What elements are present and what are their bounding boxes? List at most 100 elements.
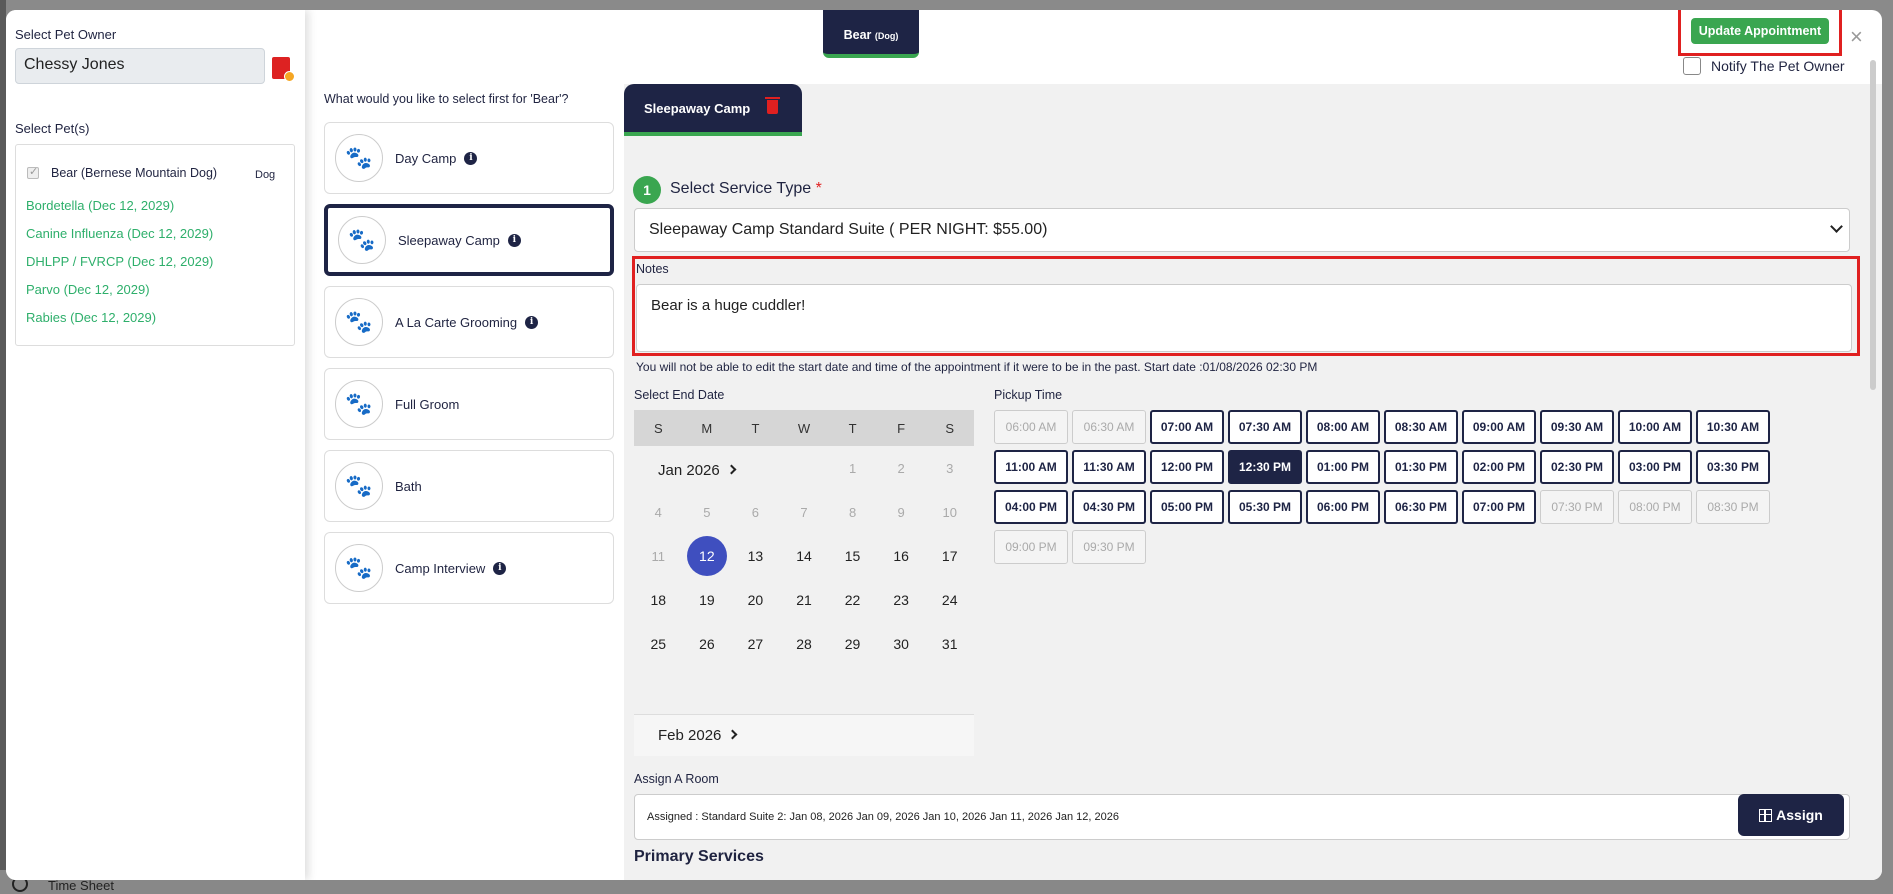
weekday: F — [897, 420, 906, 436]
time-slot[interactable]: 11:30 AM — [1072, 450, 1146, 484]
time-slot[interactable]: 06:30 PM — [1384, 490, 1458, 524]
calendar-day[interactable]: 15 — [828, 534, 877, 578]
update-appointment-button[interactable]: Update Appointment — [1690, 18, 1830, 44]
pet-tab-name: Bear — [843, 28, 872, 42]
calendar-day-selected[interactable]: 12 — [683, 534, 732, 578]
past-date-warning: You will not be able to edit the start d… — [636, 360, 1318, 374]
service-day-camp[interactable]: 🐾 Day Camp i — [324, 122, 614, 194]
calendar-day[interactable]: 17 — [925, 534, 974, 578]
time-slot[interactable]: 12:30 PM — [1228, 450, 1302, 484]
pet-tab[interactable]: Bear (Dog) — [823, 10, 919, 58]
nav-time-sheet[interactable]: Time Sheet — [48, 878, 114, 893]
primary-services-title: Primary Services — [634, 848, 764, 865]
paw-icon: 🐾 — [335, 380, 383, 428]
time-slot: 09:00 PM — [994, 530, 1068, 564]
calendar-day[interactable]: 25 — [634, 622, 683, 666]
calendar-day[interactable]: 20 — [731, 578, 780, 622]
calendar-empty — [731, 446, 780, 490]
info-icon[interactable]: i — [525, 315, 539, 329]
time-slot: 06:30 AM — [1072, 410, 1146, 444]
room-assignment: Assigned : Standard Suite 2: Jan 08, 202… — [634, 794, 1850, 840]
owner-field[interactable]: Chessy Jones — [15, 48, 265, 84]
time-slot[interactable]: 10:00 AM — [1618, 410, 1692, 444]
service-type-select[interactable]: Sleepaway Camp Standard Suite ( PER NIGH… — [634, 208, 1850, 252]
trash-icon[interactable] — [765, 97, 780, 114]
calendar-day[interactable]: 23 — [877, 578, 926, 622]
time-slot: 09:30 PM — [1072, 530, 1146, 564]
calendar-day[interactable]: 13 — [731, 534, 780, 578]
time-slot[interactable]: 08:30 AM — [1384, 410, 1458, 444]
pet-checkbox[interactable] — [27, 165, 39, 179]
time-slot[interactable]: 04:00 PM — [994, 490, 1068, 524]
calendar-day: 4 — [654, 504, 662, 520]
camp-tab[interactable]: Sleepaway Camp — [624, 84, 802, 136]
vaccination-item: DHLPP / FVRCP (Dec 12, 2029) — [26, 254, 214, 269]
notes-textarea[interactable]: Bear is a huge cuddler! — [636, 284, 1852, 352]
service-bath[interactable]: 🐾 Bath — [324, 450, 614, 522]
pet-row[interactable]: Bear (Bernese Mountain Dog) — [27, 165, 217, 180]
calendar-day[interactable]: 18 — [634, 578, 683, 622]
weekday: M — [701, 420, 713, 436]
time-slot[interactable]: 11:00 AM — [994, 450, 1068, 484]
time-slot[interactable]: 06:00 PM — [1306, 490, 1380, 524]
step-number: 1 — [633, 176, 661, 204]
notify-checkbox[interactable] — [1683, 57, 1701, 75]
pickup-time-label: Pickup Time — [994, 388, 1063, 402]
time-slot[interactable]: 03:30 PM — [1696, 450, 1770, 484]
service-camp-interview[interactable]: 🐾 Camp Interview i — [324, 532, 614, 604]
vaccination-item: Bordetella (Dec 12, 2029) — [26, 198, 175, 213]
calendar-day[interactable]: 22 — [828, 578, 877, 622]
service-label: Day Camp — [395, 150, 457, 166]
time-slot[interactable]: 05:00 PM — [1150, 490, 1224, 524]
time-slot[interactable]: 07:30 AM — [1228, 410, 1302, 444]
calendar-day[interactable]: 26 — [683, 622, 732, 666]
calendar-day[interactable]: 27 — [731, 622, 780, 666]
calendar-day[interactable]: 24 — [925, 578, 974, 622]
calendar-day[interactable]: 16 — [877, 534, 926, 578]
calendar-day[interactable]: 30 — [877, 622, 926, 666]
info-icon[interactable]: i — [507, 233, 521, 247]
calendar-day[interactable]: 31 — [925, 622, 974, 666]
calendar-month[interactable]: Jan 2026 — [658, 462, 737, 479]
time-slot[interactable]: 05:30 PM — [1228, 490, 1302, 524]
calendar-day: 6 — [751, 504, 760, 520]
time-slot[interactable]: 04:30 PM — [1072, 490, 1146, 524]
time-slot[interactable]: 09:30 AM — [1540, 410, 1614, 444]
assign-button[interactable]: Assign — [1738, 794, 1844, 836]
time-slot[interactable]: 02:00 PM — [1462, 450, 1536, 484]
end-date-calendar: S M T W T F S 1 2 3 4 5 6 7 8 9 10 11 12… — [634, 410, 974, 756]
time-slot[interactable]: 12:00 PM — [1150, 450, 1224, 484]
service-label: Sleepaway Camp — [398, 232, 500, 248]
owner-label: Select Pet Owner — [15, 27, 117, 42]
paw-icon: 🐾 — [338, 216, 386, 264]
owner-card-icon[interactable] — [272, 57, 295, 82]
time-slot[interactable]: 10:30 AM — [1696, 410, 1770, 444]
time-slot[interactable]: 09:00 AM — [1462, 410, 1536, 444]
calendar-day[interactable]: 14 — [780, 534, 829, 578]
time-slot[interactable]: 03:00 PM — [1618, 450, 1692, 484]
time-slot[interactable]: 02:30 PM — [1540, 450, 1614, 484]
calendar-day[interactable]: 21 — [780, 578, 829, 622]
service-sleepaway-camp[interactable]: 🐾 Sleepaway Camp i — [324, 204, 614, 276]
weekday: W — [797, 420, 811, 436]
info-icon[interactable]: i — [493, 561, 507, 575]
time-slot[interactable]: 07:00 AM — [1150, 410, 1224, 444]
time-slot[interactable]: 07:00 PM — [1462, 490, 1536, 524]
calendar-next-month[interactable]: Feb 2026 — [634, 714, 974, 756]
close-icon[interactable]: × — [1850, 24, 1863, 50]
calendar-day[interactable]: 28 — [780, 622, 829, 666]
time-slot[interactable]: 08:00 AM — [1306, 410, 1380, 444]
notify-owner[interactable]: Notify The Pet Owner — [1683, 57, 1845, 75]
time-slot[interactable]: 01:00 PM — [1306, 450, 1380, 484]
chevron-right-icon — [726, 464, 737, 475]
info-icon[interactable]: i — [464, 151, 478, 165]
calendar-day[interactable]: 29 — [828, 622, 877, 666]
service-a-la-carte-grooming[interactable]: 🐾 A La Carte Grooming i — [324, 286, 614, 358]
time-slot[interactable]: 01:30 PM — [1384, 450, 1458, 484]
service-label: Full Groom — [395, 396, 460, 412]
service-full-groom[interactable]: 🐾 Full Groom — [324, 368, 614, 440]
scrollbar[interactable] — [1870, 60, 1876, 390]
camp-tab-label: Sleepaway Camp — [644, 101, 751, 116]
weekday: T — [751, 420, 760, 436]
calendar-day[interactable]: 19 — [683, 578, 732, 622]
